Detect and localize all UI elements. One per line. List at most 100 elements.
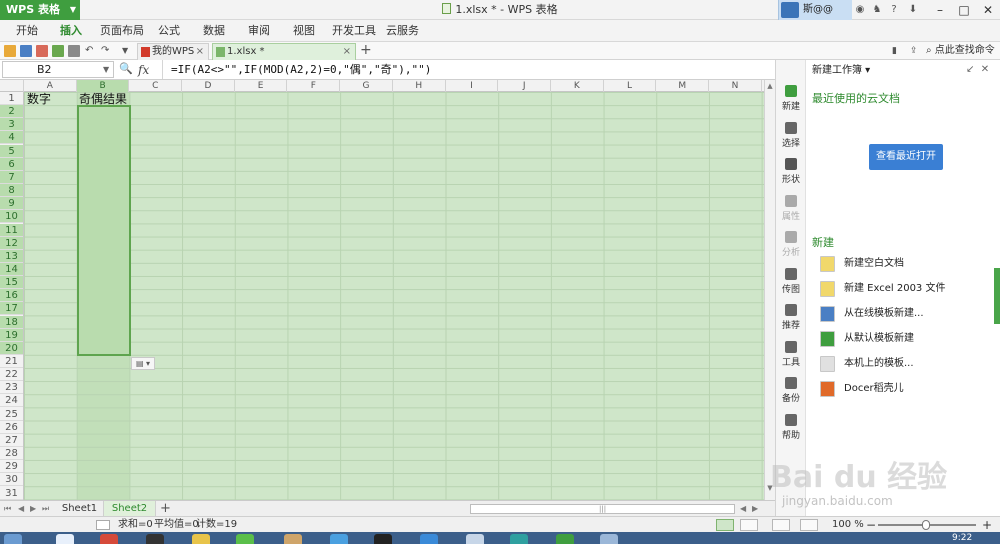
customize-toolbar-icon[interactable]: ▼ [122,45,134,57]
column-header-l[interactable]: L [604,80,657,92]
panel-collapse-handle[interactable] [994,268,1000,324]
normal-view-button[interactable] [716,519,734,531]
column-header-e[interactable]: E [235,80,288,92]
new-item[interactable]: 新建空白文档 [820,256,904,276]
horizontal-scrollbar[interactable]: ||| [470,504,735,514]
chevron-down-icon[interactable]: ▼ [103,61,109,78]
name-box[interactable]: B2 [2,61,114,78]
column-header-d[interactable]: D [182,80,235,92]
last-sheet-icon[interactable]: ⏭ [42,501,49,517]
taskbar-app-icon[interactable] [330,534,348,544]
column-header-h[interactable]: H [393,80,446,92]
save-icon[interactable] [20,45,32,57]
spreadsheet-grid[interactable]: ABCDEFGHIJKLMN 1 2 3 4 5 6 7 8 9 10 11 12 13 14 15 16 17… [0,80,775,500]
vertical-scrollbar[interactable]: ▲ ▼ [764,80,775,500]
strip-item-recommend[interactable]: 推荐 [776,301,806,337]
taskbar-app-icon[interactable] [56,534,74,544]
new-item[interactable]: 新建 Excel 2003 文件 [820,281,945,301]
row-header[interactable]: 24 [0,394,23,408]
close-icon[interactable]: × [343,44,351,60]
first-sheet-icon[interactable]: ⏮ [4,501,11,517]
sheet-tab-sheet2[interactable]: Sheet2 [104,501,156,517]
taskbar-app-icon[interactable] [420,534,438,544]
strip-item-help[interactable]: 帮助 [776,411,806,447]
row-header[interactable]: 16 [0,289,23,303]
row-header[interactable]: 6 [0,157,23,171]
cell-area[interactable] [24,92,775,500]
strip-item-select[interactable]: 选择 [776,119,806,155]
menu-view[interactable]: 视图 [293,20,315,42]
row-header[interactable]: 25 [0,408,23,421]
row-header[interactable]: 17 [0,302,23,316]
zoom-icon[interactable]: 🔍 [119,62,133,75]
paste-options-button[interactable]: ▤ ▾ [131,357,155,370]
taskbar-app-icon[interactable] [192,534,210,544]
command-search[interactable]: ⌕ 点此查找命令 [926,42,995,60]
close-icon[interactable]: ✕ [981,64,989,75]
menu-formulas[interactable]: 公式 [158,20,180,42]
row-header[interactable]: 15 [0,276,23,290]
new-item[interactable]: 本机上的模板... [820,356,914,376]
select-all-corner[interactable] [0,80,24,92]
row-header[interactable]: 28 [0,447,23,461]
scroll-right-icon[interactable]: ▶ [752,501,758,517]
row-header[interactable]: 10 [0,210,23,224]
column-header-m[interactable]: M [656,80,710,92]
cell-b1[interactable]: 奇偶结果 [79,93,127,106]
menu-data[interactable]: 数据 [203,20,225,42]
taskbar-app-icon[interactable] [600,534,618,544]
column-header-a[interactable]: A [24,80,77,92]
taskbar-wps-icon[interactable] [556,534,574,544]
strip-item-shapes[interactable]: 形状 [776,155,806,191]
row-header[interactable]: 7 [0,170,23,184]
row-header[interactable]: 8 [0,184,23,198]
row-header[interactable]: 14 [0,262,23,276]
row-header[interactable]: 9 [0,197,23,211]
close-icon[interactable]: × [196,44,204,60]
print-preview-icon[interactable] [36,45,48,57]
menu-insert[interactable]: 插入 [60,20,82,42]
new-item[interactable]: Docer稻壳儿 [820,381,904,401]
strip-item-upload-image[interactable]: 传图 [776,265,806,301]
row-header[interactable]: 23 [0,381,23,395]
share-icon[interactable]: ⇪ [910,45,922,57]
undo-icon[interactable]: ↶ [85,45,97,57]
task-pane-title[interactable]: 新建工作簿 ▾ [812,64,870,78]
tab-1xlsx[interactable]: 1.xlsx * × [212,43,356,60]
row-header[interactable]: 12 [0,236,23,250]
taskbar-app-icon[interactable] [374,534,392,544]
row-header[interactable]: 30 [0,473,23,487]
minimize-button[interactable]: – [928,0,952,20]
column-header-g[interactable]: G [340,80,393,92]
redo-icon[interactable]: ↷ [101,45,113,57]
strip-item-toolbox[interactable]: 工具 [776,338,806,374]
row-header[interactable]: 27 [0,434,23,447]
row-header[interactable]: 2 [0,105,23,119]
scroll-left-icon[interactable]: ◀ [740,501,746,517]
new-tab-button[interactable]: + [360,42,372,59]
scroll-grip-icon[interactable]: ||| [599,505,606,514]
reading-mode-button[interactable] [772,519,790,531]
row-header[interactable]: 29 [0,460,23,474]
scroll-up-icon[interactable]: ▲ [765,82,775,90]
cell-a1[interactable]: 数字 [27,93,51,106]
shirt-icon[interactable]: ♞ [870,3,884,17]
taskbar-app-icon[interactable] [100,534,118,544]
status-settings-icon[interactable] [96,520,110,530]
column-header-n[interactable]: N [709,80,762,92]
row-header[interactable]: 13 [0,249,23,263]
zoom-level[interactable]: 100 % [832,517,864,533]
row-header[interactable]: 19 [0,328,23,342]
row-header[interactable]: 4 [0,131,23,145]
insert-function-button[interactable]: fx [138,60,149,80]
scroll-down-icon[interactable]: ▼ [765,484,775,492]
new-item[interactable]: 从在线模板新建... [820,306,924,326]
strip-item-backup[interactable]: 备份 [776,374,806,410]
skin-icon[interactable]: ◉ [853,3,867,17]
help-menu-icon[interactable]: ? [887,3,901,17]
row-header[interactable]: 18 [0,315,23,329]
next-sheet-icon[interactable]: ▶ [30,501,36,517]
collapse-ribbon-icon[interactable]: ▮ [892,45,904,57]
strip-item-new-doc[interactable]: 新建 [776,82,806,118]
column-header-j[interactable]: J [498,80,551,92]
